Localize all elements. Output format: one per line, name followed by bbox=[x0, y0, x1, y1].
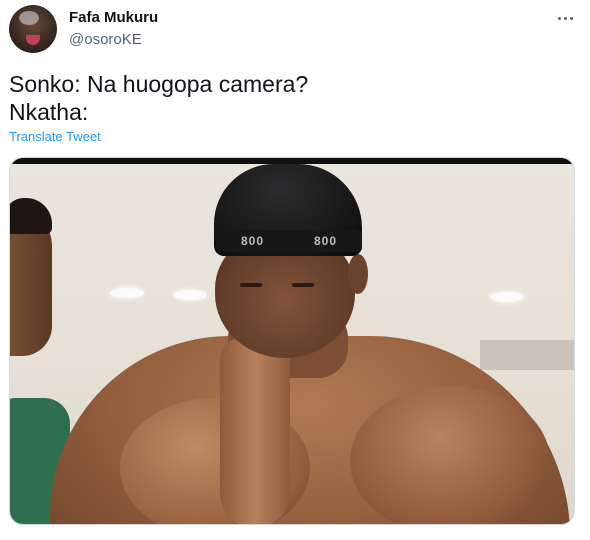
tweet-photo[interactable]: 800 800 bbox=[9, 157, 575, 525]
band-text: 800 bbox=[313, 234, 338, 248]
band-text: 800 bbox=[240, 234, 265, 248]
translate-tweet-link[interactable]: Translate Tweet bbox=[9, 129, 101, 144]
tweet-text-line: Nkatha: bbox=[9, 99, 89, 125]
subject-chest-right bbox=[350, 386, 550, 524]
subject-stretched-skin bbox=[220, 338, 290, 524]
avatar-cap bbox=[19, 11, 39, 25]
more-options-icon[interactable] bbox=[552, 10, 578, 26]
durag-band: 800 800 bbox=[216, 230, 362, 252]
avatar-tongue bbox=[26, 35, 40, 45]
author-block: Fafa Mukuru @osoroKE bbox=[69, 8, 158, 49]
tweet-text: Sonko: Na huogopa camera? Nkatha: bbox=[9, 70, 569, 126]
ceiling-panel bbox=[480, 340, 574, 370]
author-handle[interactable]: @osoroKE bbox=[69, 30, 158, 49]
tweet-text-line: Sonko: Na huogopa camera? bbox=[9, 71, 309, 97]
tweet-card: Fafa Mukuru @osoroKE Sonko: Na huogopa c… bbox=[0, 0, 590, 540]
more-dot bbox=[569, 16, 573, 20]
avatar[interactable] bbox=[9, 5, 57, 53]
more-dot bbox=[557, 16, 561, 20]
subject-ear bbox=[348, 254, 368, 294]
more-dot bbox=[563, 16, 567, 20]
ceiling-light bbox=[490, 292, 524, 302]
subject-eye bbox=[240, 283, 262, 287]
ceiling-light bbox=[173, 290, 207, 300]
ceiling-light bbox=[110, 288, 144, 298]
author-display-name[interactable]: Fafa Mukuru bbox=[69, 8, 158, 27]
subject-eye bbox=[292, 283, 314, 287]
